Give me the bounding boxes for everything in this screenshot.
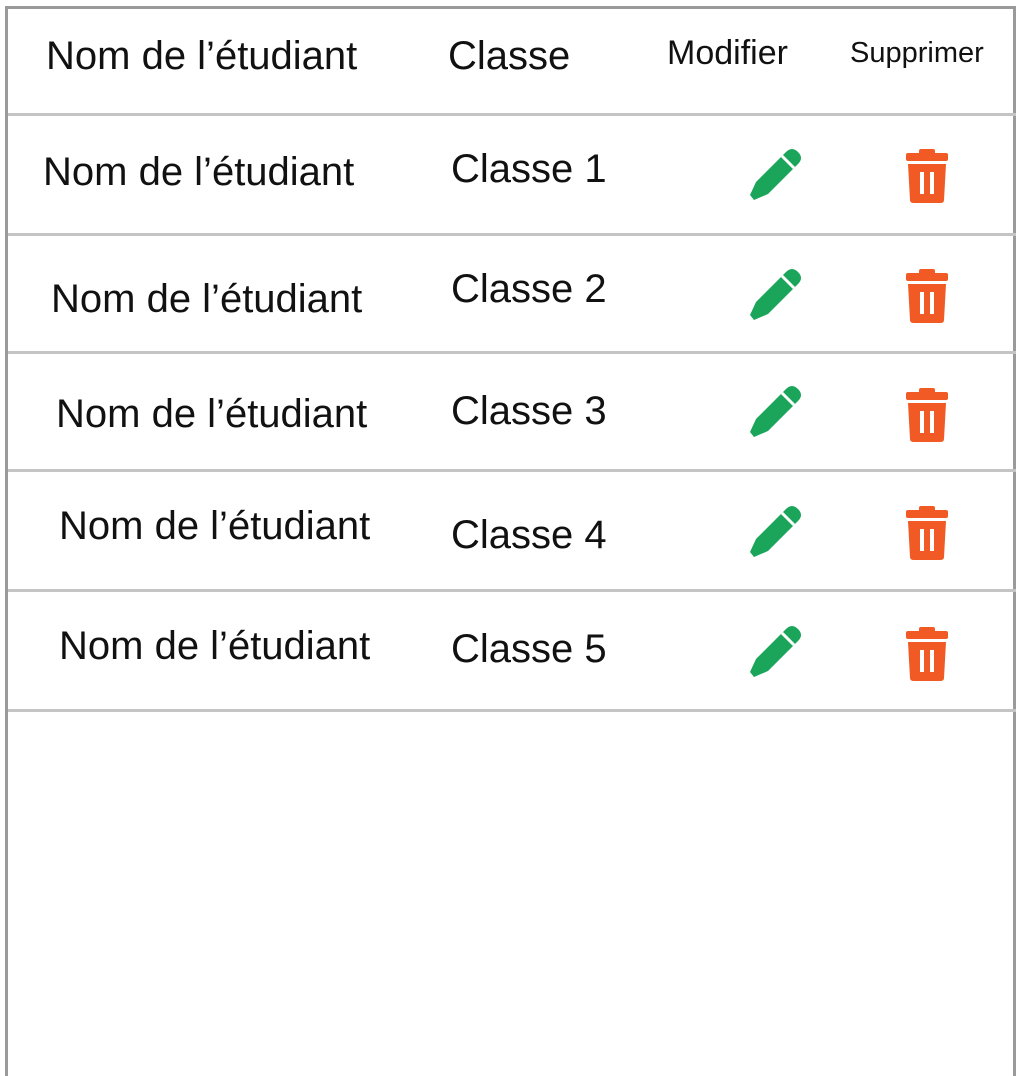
student-name: Nom de l’étudiant <box>51 277 363 321</box>
student-class: Classe 2 <box>451 267 607 311</box>
student-class: Classe 1 <box>451 147 607 191</box>
trash-icon[interactable] <box>899 268 955 324</box>
student-class: Classe 3 <box>451 389 607 433</box>
header-delete: Supprimer <box>850 37 984 69</box>
pencil-icon[interactable] <box>748 623 804 679</box>
pencil-icon[interactable] <box>748 503 804 559</box>
trash-icon[interactable] <box>899 148 955 204</box>
header-divider <box>8 113 1016 116</box>
trash-icon[interactable] <box>899 505 955 561</box>
row-divider <box>8 233 1016 236</box>
row-divider <box>8 709 1016 712</box>
student-class: Classe 4 <box>451 513 607 557</box>
student-class: Classe 5 <box>451 627 607 671</box>
student-name: Nom de l’étudiant <box>59 504 371 548</box>
row-divider <box>8 351 1016 354</box>
header-class: Classe <box>448 34 571 78</box>
row-divider <box>8 469 1016 472</box>
trash-icon[interactable] <box>899 626 955 682</box>
trash-icon[interactable] <box>899 387 955 443</box>
pencil-icon[interactable] <box>748 146 804 202</box>
pencil-icon[interactable] <box>748 266 804 322</box>
student-name: Nom de l’étudiant <box>56 392 368 436</box>
header-student-name: Nom de l’étudiant <box>46 34 358 78</box>
row-divider <box>8 589 1016 592</box>
header-edit: Modifier <box>667 34 788 72</box>
student-name: Nom de l’étudiant <box>59 624 371 668</box>
student-name: Nom de l’étudiant <box>43 150 355 194</box>
pencil-icon[interactable] <box>748 383 804 439</box>
